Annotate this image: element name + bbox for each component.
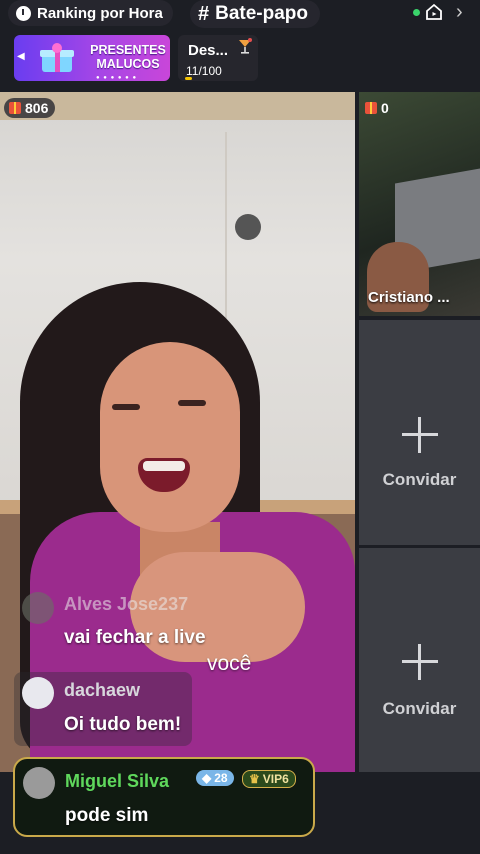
host-eye-right — [178, 400, 206, 406]
vip-badge: ♛ VIP6 — [242, 770, 296, 788]
video-caption: você — [207, 652, 252, 675]
invite-tile-2[interactable]: Convidar — [359, 548, 480, 772]
host-gift-count: 806 — [25, 100, 49, 116]
host-gift-badge[interactable]: 806 — [4, 98, 56, 118]
task-card[interactable]: Des... 11/100 — [178, 35, 258, 81]
chat-username[interactable]: dachaew — [64, 680, 140, 701]
hash-icon: # — [198, 2, 210, 25]
chat-message[interactable]: dachaew Oi tudo bem! — [14, 672, 192, 746]
host-face — [100, 342, 240, 532]
chat-text: vai fechar a live — [64, 627, 206, 648]
gift-icon — [9, 102, 21, 114]
guest-gift-badge: 0 — [365, 98, 389, 118]
invite-label: Convidar — [382, 699, 457, 718]
chevron-right-icon[interactable]: › — [456, 1, 463, 24]
chat-username[interactable]: Alves Jose237 — [64, 594, 188, 615]
plus-icon — [402, 417, 438, 453]
avatar[interactable] — [22, 677, 54, 709]
gift-icon — [365, 102, 377, 114]
level-value: 28 — [214, 771, 228, 785]
chat-topic-label: Bate-papo — [215, 3, 309, 24]
ranking-hourly-button[interactable]: Ranking por Hora — [8, 0, 173, 26]
guest-tile-1[interactable]: 0 Cristiano ... — [359, 92, 480, 316]
cocktail-icon — [239, 38, 252, 54]
carousel-dots: ● ● ● ● ● ● — [96, 75, 138, 81]
host-video[interactable]: 806 você — [0, 92, 355, 772]
invite-tile-1[interactable]: Convidar — [359, 320, 480, 545]
avatar[interactable] — [22, 592, 54, 624]
level-icon: ◆ — [202, 771, 212, 785]
host-eye-left — [112, 404, 140, 410]
online-indicator — [413, 9, 420, 16]
clock-icon — [16, 5, 31, 21]
level-badge: ◆ 28 — [196, 770, 234, 786]
room-home-icon[interactable] — [425, 3, 443, 21]
wall-fixture — [235, 214, 261, 240]
ranking-label: Ranking por Hora — [37, 4, 163, 22]
task-progress-text: 11/100 — [186, 64, 222, 78]
arrow-left-icon[interactable]: ◀ — [17, 51, 25, 62]
invite-label: Convidar — [382, 470, 457, 489]
avatar[interactable] — [23, 767, 55, 799]
crown-icon: ♛ — [249, 772, 260, 786]
chat-text: pode sim — [65, 805, 149, 826]
task-progress-bar — [185, 77, 192, 80]
task-title: Des... — [188, 42, 229, 59]
vip-value: VIP6 — [262, 772, 289, 786]
guest-gift-count: 0 — [381, 100, 389, 116]
gift-box-icon — [40, 43, 74, 72]
chat-text: Oi tudo bem! — [64, 714, 182, 735]
vip-chat-message[interactable]: Miguel Silva ◆ 28 ♛ VIP6 pode sim — [13, 757, 315, 837]
plus-icon — [402, 644, 438, 680]
guest-name: Cristiano ... — [368, 289, 450, 306]
host-teeth — [143, 461, 185, 471]
chat-topic-button[interactable]: # Bate-papo — [190, 0, 321, 28]
chat-username[interactable]: Miguel Silva — [65, 771, 169, 792]
promo-banner[interactable]: ◀ PRESENTES MALUCOS ● ● ● ● ● ● — [14, 35, 170, 81]
promo-title: PRESENTES MALUCOS — [90, 43, 166, 71]
